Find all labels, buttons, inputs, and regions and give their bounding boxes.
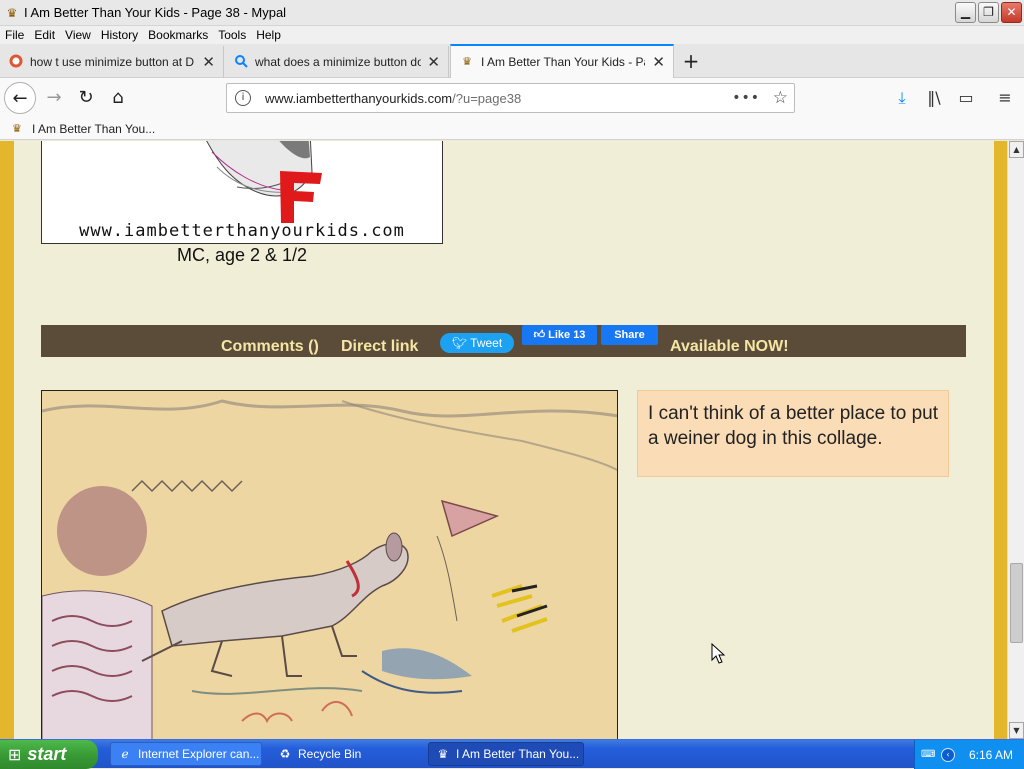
url-path: /?u=page38 <box>452 90 522 106</box>
start-label: start <box>27 744 67 764</box>
crown-icon: ♛ <box>12 123 22 135</box>
menu-history[interactable]: History <box>96 28 143 42</box>
tab-duckduckgo[interactable]: how t use minimize button at Duck ✕ <box>0 46 224 78</box>
comments-link[interactable]: Comments () <box>221 338 319 356</box>
taskbar-item-browser[interactable]: ♛ I Am Better Than You... <box>428 742 584 766</box>
url-host: www.iambetterthanyourkids.com <box>265 90 453 106</box>
scroll-thumb[interactable] <box>1010 563 1023 643</box>
window-title: I Am Better Than Your Kids - Page 38 - M… <box>24 5 287 20</box>
quote-box: I can't think of a better place to put a… <box>637 390 949 477</box>
crown-icon: ♛ <box>6 5 18 20</box>
info-icon[interactable]: i <box>235 90 251 106</box>
taskbar-item-ie[interactable]: ℯ Internet Explorer can... <box>110 742 262 766</box>
thumbs-up-icon: 👍︎ <box>533 329 549 341</box>
close-tab-icon[interactable]: ✕ <box>652 53 665 71</box>
scroll-up-button[interactable]: ▲ <box>1009 141 1024 158</box>
forward-button[interactable]: → <box>38 82 70 114</box>
page-actions-icon[interactable]: ••• <box>732 90 760 106</box>
download-icon[interactable]: ⤓ <box>890 86 914 110</box>
quote-text: I can't think of a better place to put a… <box>648 403 938 449</box>
shark-drawing <box>206 141 313 197</box>
taskbar-item-recycle-bin[interactable]: ♻ Recycle Bin <box>270 742 422 766</box>
sidebar-icon[interactable]: ▭ <box>954 86 978 110</box>
search-icon <box>233 54 249 70</box>
url-text[interactable]: www.iambetterthanyourkids.com/?u=page38 <box>265 91 521 106</box>
nav-toolbar: ← → ↻ ⌂ i www.iambetterthanyourkids.com/… <box>0 78 1024 118</box>
menu-help[interactable]: Help <box>251 28 286 42</box>
bookmark-star-icon[interactable]: ☆ <box>773 88 788 108</box>
child-drawing-image <box>41 390 618 739</box>
reload-button[interactable]: ↻ <box>70 82 102 114</box>
taskbar: ⊞ start ℯ Internet Explorer can... ♻ Rec… <box>0 739 1024 769</box>
mouse-cursor-icon <box>711 643 725 664</box>
taskbar-item-label: Internet Explorer can... <box>138 747 260 761</box>
tab-strip: how t use minimize button at Duck ✕ what… <box>0 44 1024 78</box>
home-button[interactable]: ⌂ <box>102 82 134 114</box>
drawing-art <box>42 391 617 739</box>
crown-icon: ♛ <box>462 56 472 68</box>
menu-file[interactable]: File <box>0 28 29 42</box>
keyboard-icon[interactable]: ⌨ <box>921 749 935 760</box>
available-now-link[interactable]: Available NOW! <box>670 338 789 356</box>
tray-expand-icon[interactable]: ‹ <box>941 747 955 762</box>
menu-edit[interactable]: Edit <box>29 28 60 42</box>
start-button[interactable]: ⊞ start <box>0 740 98 769</box>
comment-bar: Comments () Direct link 🐦︎ Tweet 👍︎ Like… <box>41 325 966 357</box>
menu-tools[interactable]: Tools <box>213 28 251 42</box>
menu-bookmarks[interactable]: Bookmarks <box>143 28 213 42</box>
back-button[interactable]: ← <box>4 82 36 114</box>
grade-f-mark <box>280 171 322 223</box>
recycle-bin-icon: ♻ <box>279 747 291 761</box>
tweet-label: Tweet <box>470 336 503 350</box>
direct-link[interactable]: Direct link <box>341 338 418 356</box>
comic-image-top: www.iambetterthanyourkids.com <box>41 141 443 244</box>
windows-logo-icon: ⊞ <box>8 745 22 764</box>
taskbar-item-label: I Am Better Than You... <box>456 747 580 761</box>
address-bar[interactable]: i www.iambetterthanyourkids.com/?u=page3… <box>226 83 795 113</box>
facebook-like-button[interactable]: 👍︎ Like 13 <box>522 325 597 345</box>
tab-label: what does a minimize button do - <box>255 55 421 69</box>
tab-active-page[interactable]: ♛ I Am Better Than Your Kids - Page ✕ <box>450 44 674 78</box>
tab-label: I Am Better Than Your Kids - Page <box>481 55 645 69</box>
new-tab-button[interactable]: + <box>680 50 702 72</box>
clock[interactable]: 6:16 AM <box>969 748 1013 762</box>
ie-icon: ℯ <box>121 747 129 761</box>
bookmark-item[interactable]: I Am Better Than You... <box>32 122 155 136</box>
menu-view[interactable]: View <box>60 28 96 42</box>
hamburger-menu-icon[interactable]: ≡ <box>993 86 1017 110</box>
page-viewport: www.iambetterthanyourkids.com MC, age 2 … <box>0 141 1024 739</box>
vertical-scrollbar[interactable]: ▲ ▼ <box>1007 141 1024 739</box>
scroll-down-button[interactable]: ▼ <box>1009 722 1024 739</box>
page-content: www.iambetterthanyourkids.com MC, age 2 … <box>14 141 994 739</box>
tweet-button[interactable]: 🐦︎ Tweet <box>440 333 514 353</box>
like-label: Like 13 <box>548 329 586 341</box>
system-tray: ⌨ ‹ 6:16 AM <box>914 740 1024 769</box>
duckduckgo-icon <box>8 54 24 70</box>
bookmarks-toolbar: ♛ I Am Better Than You... <box>0 118 1024 140</box>
comic-caption: MC, age 2 & 1/2 <box>176 245 308 265</box>
taskbar-item-label: Recycle Bin <box>298 747 362 761</box>
window-controls: ▁ ❐ ✕ <box>955 2 1022 23</box>
close-button[interactable]: ✕ <box>1001 2 1022 23</box>
window-titlebar[interactable]: ♛ I Am Better Than Your Kids - Page 38 -… <box>0 0 1024 26</box>
menu-bar: File Edit View History Bookmarks Tools H… <box>0 26 1024 44</box>
close-tab-icon[interactable]: ✕ <box>427 53 440 71</box>
library-icon[interactable]: ‖\ <box>922 86 946 110</box>
close-tab-icon[interactable]: ✕ <box>202 53 215 71</box>
twitter-icon: 🐦︎ <box>451 336 471 350</box>
tab-label: how t use minimize button at Duck <box>30 55 194 69</box>
comic-site-url: www.iambetterthanyourkids.com <box>79 221 405 241</box>
restore-button[interactable]: ❐ <box>978 2 999 23</box>
tab-search[interactable]: what does a minimize button do - ✕ <box>225 46 449 78</box>
facebook-share-button[interactable]: Share <box>601 325 658 345</box>
minimize-button[interactable]: ▁ <box>955 2 976 23</box>
crown-icon: ♛ <box>437 747 449 761</box>
